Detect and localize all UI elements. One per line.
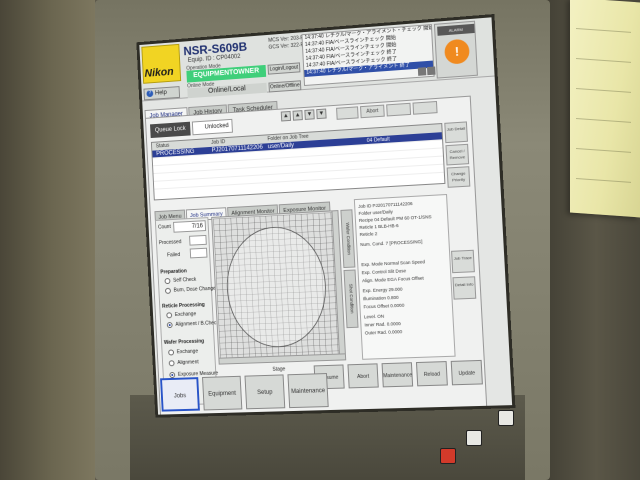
move-bottom-button[interactable]: ▼ <box>316 108 326 119</box>
alarm-button[interactable]: ALARM <box>437 24 474 36</box>
hardware-button-white-2[interactable] <box>466 430 482 446</box>
equipment-button[interactable]: Equipment <box>202 376 242 411</box>
abort-job-button[interactable]: Abort <box>360 105 385 119</box>
change-priority-button[interactable]: Change Priority <box>447 166 471 188</box>
detail-line: Folder user/Daily <box>358 209 392 216</box>
cancel-remove-button[interactable]: Cancel / Remove <box>445 144 469 166</box>
reload-button[interactable]: Reload <box>416 361 448 386</box>
help-button[interactable]: ? Help <box>143 86 180 100</box>
job-detail-panel: Job ID PJ20170711142206 Folder user/Dail… <box>354 194 456 360</box>
detail-line: Align. Mode EGA Focus Offset <box>362 275 424 283</box>
tab-wafer-condition[interactable]: Wafer Condition <box>340 209 355 268</box>
wafer-alignment-label: Alignment <box>177 359 199 366</box>
detail-line: Recipe 04 Default PM 60 OT-1/SNS <box>359 214 432 223</box>
reticle-exchange-label: Exchange <box>175 311 197 318</box>
move-top-button[interactable]: ▲ <box>281 111 291 122</box>
abort-button[interactable]: Abort <box>347 363 378 388</box>
printer-icon[interactable] <box>427 67 436 76</box>
paper-sheets <box>570 0 640 217</box>
detail-info-button[interactable]: Detail Info <box>452 276 476 299</box>
processed-label: Processed <box>159 239 182 246</box>
hardware-button-white[interactable] <box>498 410 514 426</box>
toolbar-button[interactable] <box>336 106 359 119</box>
detail-line: Focus Offset 0.0000 <box>363 303 404 310</box>
burn-dose-radio[interactable] <box>165 288 171 294</box>
detail-line: Level. ON <box>364 314 384 320</box>
reticle-alignment-radio[interactable] <box>167 322 173 328</box>
maintenance-mid-button[interactable]: Maintenance <box>382 362 414 387</box>
wafer-grid <box>213 212 340 358</box>
online-offline-button[interactable]: Online/Offline <box>268 80 301 92</box>
wafer-exchange-label: Exchange <box>177 349 199 356</box>
move-up-button[interactable]: ▲ <box>293 110 303 121</box>
detail-line: Exp. Control Slit Dose <box>362 268 407 275</box>
detail-line: Exp. Mode Normal Scan Speed <box>361 259 425 267</box>
setup-button[interactable]: Setup <box>244 374 285 409</box>
stage-label: Stage <box>272 366 285 372</box>
toolbar-button[interactable] <box>412 101 437 115</box>
left-wall <box>0 0 95 480</box>
tab-shot-condition[interactable]: Shot Condition <box>344 269 359 328</box>
login-logout-button[interactable]: Login/Logout <box>268 62 301 74</box>
move-down-button[interactable]: ▼ <box>304 109 314 120</box>
alarm-icon[interactable]: ! <box>444 39 470 65</box>
reticle-title: Reticle Processing <box>162 302 205 310</box>
processed-value <box>189 235 207 246</box>
alarm-panel: ALARM ! <box>434 21 478 79</box>
self-check-radio[interactable] <box>164 278 170 284</box>
wafer-alignment-radio[interactable] <box>169 360 175 366</box>
maintenance-button[interactable]: Maintenance <box>287 373 328 408</box>
wafer-map[interactable] <box>211 210 346 365</box>
queue-lock-button[interactable]: Queue Lock <box>150 122 191 138</box>
queue-lock-state: Unlocked <box>192 119 233 135</box>
self-check-label: Self Check <box>173 277 196 284</box>
detail-line: Job ID PJ20170711142206 <box>358 201 413 209</box>
reticle-exchange-radio[interactable] <box>166 312 172 318</box>
hardware-button-red[interactable] <box>440 448 456 464</box>
detail-line: Outer Rad. 0.0000 <box>365 329 403 335</box>
failed-value <box>190 248 208 259</box>
reticle-alignment-label: Alignment / B.Check <box>175 320 219 328</box>
job-trace-button[interactable]: Job Trace <box>451 250 475 273</box>
ui-screen: Nikon NSR-S609B Equip. ID : CP04002 Oper… <box>136 14 515 418</box>
count-label: Count <box>158 224 171 231</box>
update-button[interactable]: Update <box>451 360 483 385</box>
detail-line: Reticle 2 <box>360 231 378 237</box>
detail-line: Num. Cond. 7 [PROCESSING] <box>360 239 422 247</box>
toolbar-button[interactable] <box>386 103 411 117</box>
wafer-exchange-radio[interactable] <box>168 349 174 355</box>
failed-label: Failed <box>167 252 180 259</box>
nikon-logo: Nikon <box>141 44 181 84</box>
monitor-icon[interactable] <box>418 67 427 76</box>
count-value: 7/16 <box>173 220 206 233</box>
detail-line: Inner Rad. 0.0000 <box>364 321 401 327</box>
message-log[interactable]: 14:37:40 レチクル/マーク・アライメント・チェック 開始 14:37:4… <box>301 24 434 86</box>
preparation-title: Preparation <box>160 268 187 275</box>
detail-line: Reticle 1 BLB-HB-6 <box>359 223 399 230</box>
detail-line: Illumination 0.800 <box>363 295 399 302</box>
jobs-button[interactable]: Jobs <box>160 377 200 411</box>
job-manager-panel: Queue Lock Unlocked ▲ ▲ ▼ ▼ Abort Status… <box>145 96 487 418</box>
job-detail-button[interactable]: Job Detail <box>444 121 468 143</box>
wafer-title: Wafer Processing <box>164 339 204 346</box>
burn-dose-label: Burn, Dose Change <box>174 286 216 294</box>
help-icon: ? <box>146 90 153 97</box>
detail-line: Exp. Energy 29.000 <box>363 287 403 294</box>
